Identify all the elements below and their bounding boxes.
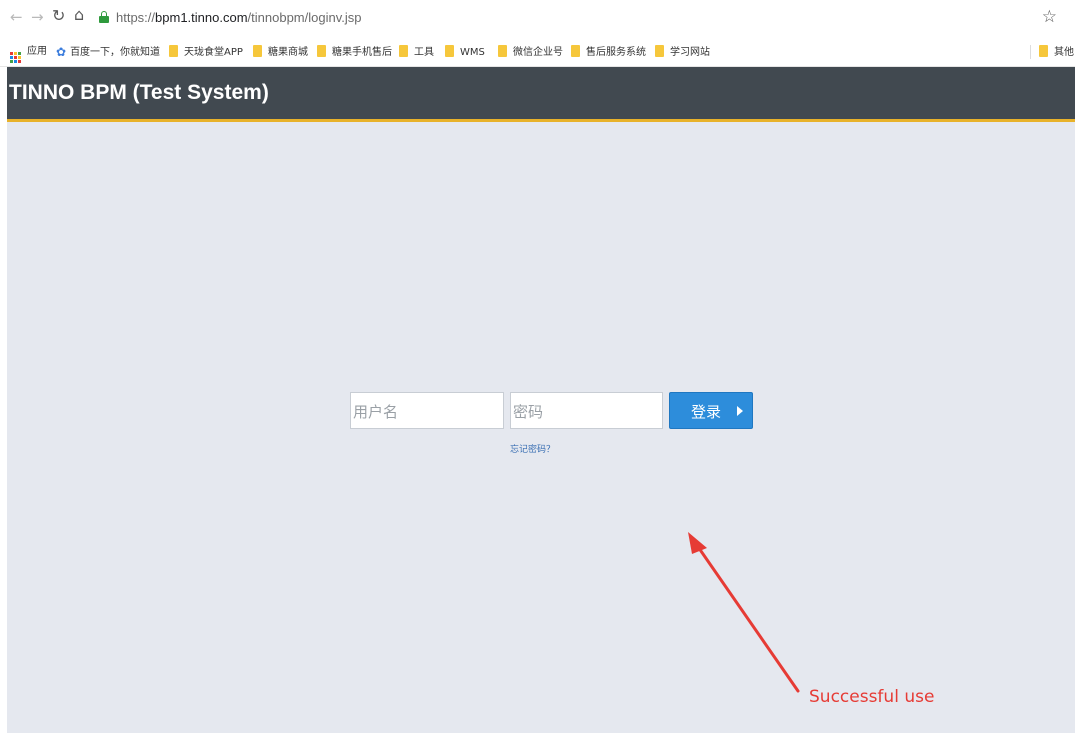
bookmark-folder[interactable]: 微信企业号 bbox=[498, 45, 563, 59]
bookmark-folder[interactable]: WMS bbox=[445, 45, 485, 59]
forward-icon[interactable]: → bbox=[31, 8, 44, 26]
folder-icon bbox=[169, 45, 178, 57]
folder-icon bbox=[655, 45, 664, 57]
annotation-label: Successful use bbox=[809, 687, 935, 707]
browser-toolbar: ← → ↻ ⌂ https://bpm1.tinno.com/tinnobpm/… bbox=[0, 0, 1075, 36]
address-bar[interactable]: https://bpm1.tinno.com/tinnobpm/loginv.j… bbox=[95, 5, 1063, 31]
bookmark-folder[interactable]: 糖果商城 bbox=[253, 45, 308, 59]
annotation-arrow bbox=[688, 532, 800, 693]
reload-icon[interactable]: ↻ bbox=[52, 7, 65, 25]
home-icon[interactable]: ⌂ bbox=[74, 6, 84, 24]
bookmark-folder[interactable]: 糖果手机售后 bbox=[317, 45, 392, 59]
folder-icon bbox=[445, 45, 454, 57]
lock-icon bbox=[99, 11, 109, 23]
back-icon[interactable]: ← bbox=[10, 8, 23, 26]
folder-icon bbox=[399, 45, 408, 57]
apps-grid-icon bbox=[10, 52, 21, 63]
other-bookmarks[interactable]: 其他 bbox=[1030, 45, 1074, 59]
bookmark-folder[interactable]: 学习网站 bbox=[655, 45, 710, 59]
folder-icon bbox=[1039, 45, 1048, 57]
bookmark-star-icon[interactable]: ☆ bbox=[1042, 7, 1057, 27]
folder-icon bbox=[571, 45, 580, 57]
baidu-paw-icon: ✿ bbox=[56, 45, 67, 59]
page-viewport: TINNO BPM (Test System) 用户名 密码 登录 忘记密码？ … bbox=[7, 67, 1075, 733]
bookmark-folder[interactable]: 售后服务系统 bbox=[571, 45, 646, 59]
folder-icon bbox=[253, 45, 262, 57]
bookmark-folder[interactable]: 工具 bbox=[399, 45, 434, 59]
bookmarks-bar: 应用 ✿ 百度一下，你就知道 天珑食堂APP 糖果商城 糖果手机售后 工具 WMS… bbox=[0, 36, 1075, 67]
bookmark-folder[interactable]: 天珑食堂APP bbox=[169, 45, 243, 59]
folder-icon bbox=[317, 45, 326, 57]
folder-icon bbox=[498, 45, 507, 57]
url-text: https://bpm1.tinno.com/tinnobpm/loginv.j… bbox=[116, 10, 362, 25]
bookmark-baidu[interactable]: ✿ 百度一下，你就知道 bbox=[56, 45, 160, 59]
bookmark-apps[interactable]: 应用 bbox=[10, 45, 47, 63]
